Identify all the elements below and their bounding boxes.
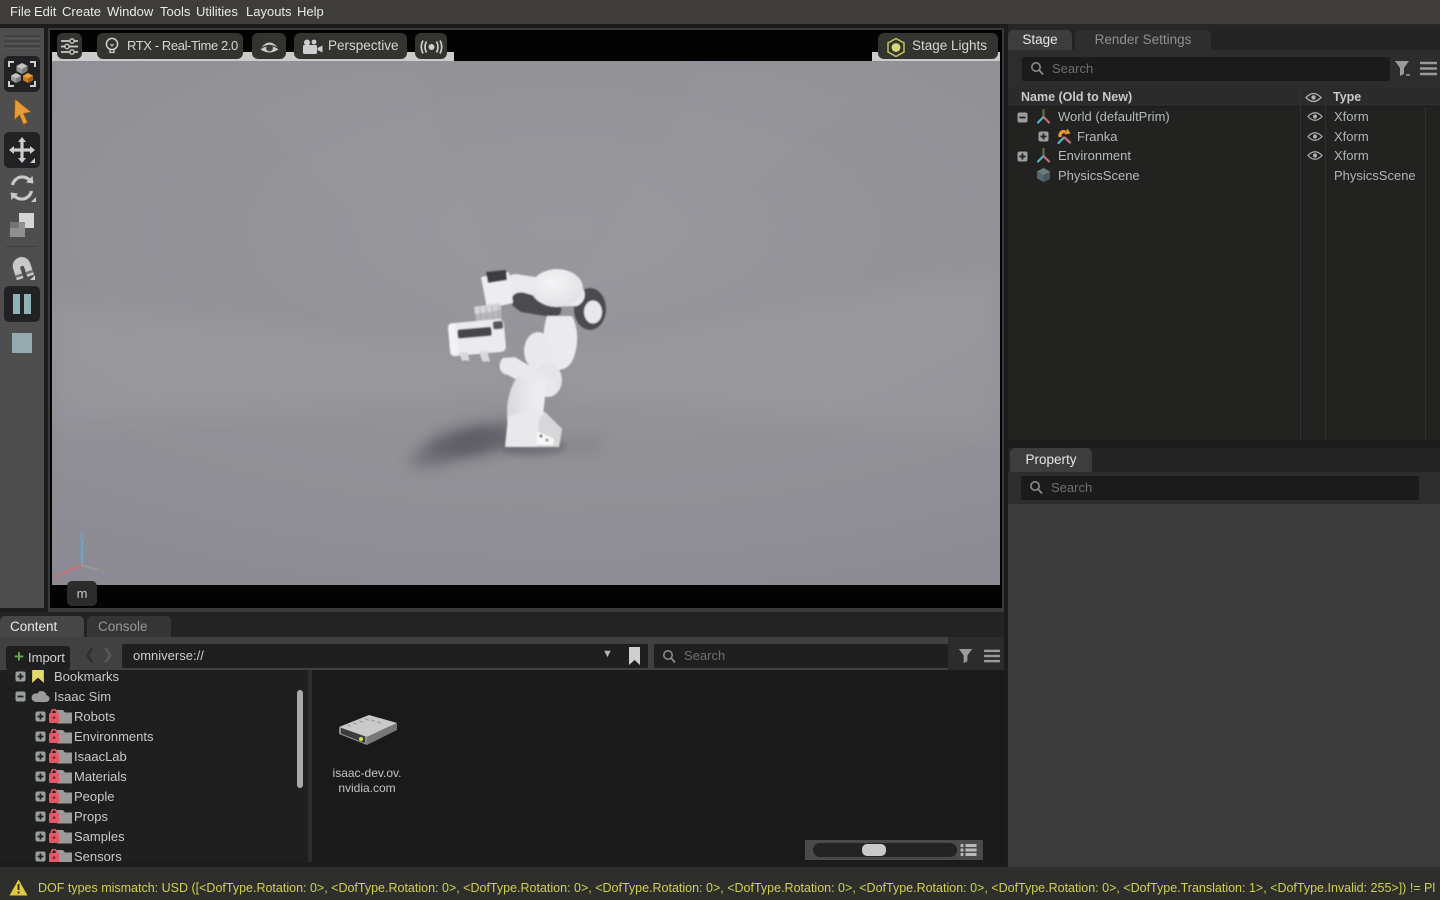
svg-text:z: z <box>79 530 84 541</box>
svg-text:Y: Y <box>100 566 107 577</box>
svg-text:X: X <box>54 572 61 583</box>
